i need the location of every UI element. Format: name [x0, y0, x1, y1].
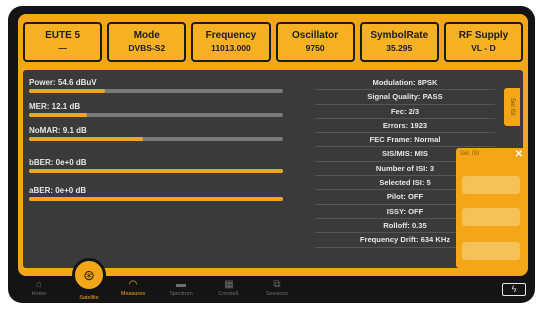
nomar-meter-track [29, 137, 283, 141]
oscillator-label: Oscillator [292, 30, 339, 41]
meter-device: EUTE 5 — Mode DVBS-S2 Frequency 11013.00… [8, 6, 535, 303]
home-icon: ⌂ [35, 279, 43, 290]
info-fec: Fec: 2/3 [315, 105, 495, 119]
nav-measures[interactable]: ◠ Measures [112, 279, 154, 297]
nav-home-label: Home [31, 291, 47, 297]
power-meter-fill [29, 89, 106, 93]
aber-meter-fill [29, 197, 283, 201]
rf-supply-box[interactable]: RF Supply VL - D [443, 22, 524, 62]
nav-satellite-label[interactable]: Satellite [68, 295, 110, 301]
nomar-meter-fill [29, 137, 144, 141]
symbolrate-box[interactable]: SymbolRate 35.295 [359, 22, 439, 62]
nav-spectrum-label: Spectrum [169, 291, 193, 297]
mode-label: Mode [133, 30, 160, 41]
mer-meter-track [29, 113, 283, 117]
aber-meter: aBER: 0e+0 dB [29, 186, 283, 201]
nav-home[interactable]: ⌂ Home [18, 279, 60, 297]
spectrum-icon: ▬ [176, 279, 186, 290]
constellation-icon: ▦ [224, 279, 234, 290]
power-meter-label: Power: 54.6 dBuV [29, 78, 97, 87]
satellite-box[interactable]: EUTE 5 — [23, 22, 103, 62]
mode-box[interactable]: Mode DVBS-S2 [107, 22, 187, 62]
gauge-icon: ◠ [128, 279, 138, 290]
nomar-meter-label: NoMAR: 9.1 dB [29, 126, 87, 135]
nav-constellation-label: Constell. [218, 291, 240, 297]
mer-meter: MER: 12.1 dB [29, 102, 283, 117]
oscillator-box[interactable]: Oscillator 9750 [275, 22, 355, 62]
nav-sessions-label: Sessions [265, 291, 289, 297]
nav-constellation[interactable]: ▦ Constell. [208, 279, 250, 297]
info-fec-frame: FEC Frame: Normal [315, 133, 495, 148]
mer-meter-label: MER: 12.1 dB [29, 102, 81, 111]
satellite-label: EUTE 5 [45, 30, 81, 41]
measures-panel: Power: 54.6 dBuV MER: 12.1 dB NoMAR: 9.1… [23, 70, 523, 268]
parameter-header: EUTE 5 — Mode DVBS-S2 Frequency 11013.00… [23, 22, 524, 62]
power-meter: Power: 54.6 dBuV [29, 78, 283, 93]
symbolrate-value: 35.295 [386, 43, 413, 53]
info-modulation: Modulation: 8PSK [315, 76, 495, 91]
sel-isi-popup: Sel. ISI ✕ [456, 148, 526, 268]
isi-option-button-2[interactable] [462, 208, 520, 226]
info-errors: Errors: 1923 [315, 119, 495, 134]
frequency-value: 11013.000 [211, 43, 251, 53]
bber-meter-label: bBER: 0e+0 dB [29, 158, 87, 167]
satellite-value: — [58, 43, 67, 53]
nomar-meter: NoMAR: 9.1 dB [29, 126, 283, 141]
nav-measures-label: Measures [120, 291, 146, 297]
sel-isi-tab[interactable]: Sel ISI [504, 88, 520, 126]
symbolrate-label: SymbolRate [370, 30, 429, 41]
isi-option-button-1[interactable] [462, 176, 520, 194]
info-signal-quality: Signal Quality: PASS [315, 90, 495, 105]
nav-sessions[interactable]: ⧉ Sessions [256, 279, 298, 297]
bber-meter-track [29, 169, 283, 173]
frequency-box[interactable]: Frequency 11013.000 [191, 22, 271, 62]
oscillator-value: 9750 [305, 43, 325, 53]
rf-supply-value: VL - D [471, 43, 496, 53]
rf-supply-label: RF Supply [458, 30, 509, 41]
frequency-label: Frequency [205, 30, 257, 41]
bber-meter: bBER: 0e+0 dB [29, 158, 283, 173]
mode-value: DVBS-S2 [128, 43, 166, 53]
screen: EUTE 5 — Mode DVBS-S2 Frequency 11013.00… [18, 14, 528, 276]
close-icon[interactable]: ✕ [515, 149, 523, 160]
nav-spectrum[interactable]: ▬ Spectrum [160, 279, 202, 297]
sessions-icon: ⧉ [273, 279, 281, 290]
satellite-icon[interactable]: ⊛ [72, 258, 106, 292]
isi-option-button-3[interactable] [462, 242, 520, 260]
bber-meter-fill [29, 169, 283, 173]
power-meter-track [29, 89, 283, 93]
battery-charging-icon: ϟ [502, 283, 526, 296]
aber-meter-track [29, 197, 283, 201]
bottom-nav: ⌂ Home ⊛ Satellite ◠ Measures ▬ Spectrum… [8, 258, 535, 303]
aber-meter-label: aBER: 0e+0 dB [29, 186, 87, 195]
mer-meter-fill [29, 113, 88, 117]
